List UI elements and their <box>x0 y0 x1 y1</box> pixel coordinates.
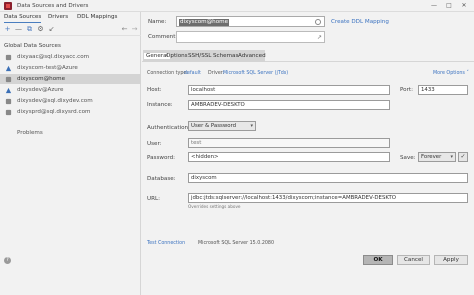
data-source-label: dixyscom@home <box>17 76 66 82</box>
host-label: Host: <box>147 87 162 93</box>
authentication-label: Authentication: <box>147 125 190 131</box>
expand-icon[interactable]: ↗ <box>317 34 322 41</box>
driver-label: Driver: <box>208 71 225 76</box>
host-input[interactable]: localhost <box>188 85 390 95</box>
app-logo-icon <box>4 2 12 10</box>
forward-icon[interactable]: → <box>131 26 138 33</box>
close-window-button[interactable]: ✕ <box>458 1 470 11</box>
tab-drivers[interactable]: Drivers <box>48 12 68 23</box>
instance-input[interactable]: AMBRADEV-DESKTO <box>188 100 390 110</box>
import-icon[interactable]: ↙ <box>48 26 55 33</box>
cancel-button[interactable]: Cancel <box>397 255 430 265</box>
tab-advanced[interactable]: Advanced <box>238 53 266 59</box>
comment-input[interactable]: ↗ <box>176 31 325 43</box>
help-button[interactable]: ? <box>4 257 11 264</box>
save-options-button[interactable]: ✓ <box>458 152 468 162</box>
data-source-label: dixyscom-test@Azure <box>17 65 78 71</box>
port-label: Port: <box>400 87 413 93</box>
test-connection-link[interactable]: Test Connection <box>147 241 185 246</box>
ok-button[interactable]: OK <box>363 255 393 265</box>
name-value: dixyscom@home <box>179 18 230 26</box>
save-dropdown[interactable]: Forever ▾ <box>418 152 456 162</box>
password-label: Password: <box>147 155 176 161</box>
back-icon[interactable]: ← <box>121 26 128 33</box>
window-title: Data Sources and Drivers <box>17 3 89 9</box>
create-ddl-mapping-link[interactable]: Create DDL Mapping <box>331 19 389 25</box>
sql-server-icon <box>5 109 12 115</box>
chevron-down-icon: ▾ <box>450 154 453 160</box>
database-input[interactable]: dixyscom <box>188 173 468 183</box>
sql-server-icon <box>5 76 12 82</box>
driver-link[interactable]: Microsoft SQL Server (jTds) <box>223 71 288 76</box>
section-title: Global Data Sources <box>4 43 61 49</box>
problems-link[interactable]: Problems <box>17 130 43 136</box>
tab-data-sources[interactable]: Data Sources <box>4 12 42 23</box>
data-source-label: dixyaac@sql.dixyacc.com <box>17 54 90 60</box>
data-source-label: dixysdev@sql.dixydev.com <box>17 98 93 104</box>
color-circle-icon[interactable] <box>315 19 321 25</box>
url-label: URL: <box>147 196 160 202</box>
password-input[interactable]: <hidden> <box>188 152 390 162</box>
user-input[interactable]: test <box>188 138 390 148</box>
tab-ssh-ssl[interactable]: SSH/SSL <box>188 53 211 59</box>
settings-icon[interactable]: ⚙ <box>37 26 44 33</box>
apply-button[interactable]: Apply <box>434 255 468 265</box>
more-options-label: More Options <box>433 71 465 76</box>
database-label: Database: <box>147 176 176 182</box>
azure-icon <box>5 87 12 93</box>
chevron-down-icon: ▾ <box>250 123 253 129</box>
authentication-dropdown[interactable]: User & Password ▾ <box>188 121 256 131</box>
port-input[interactable]: 1433 <box>418 85 468 95</box>
remove-icon[interactable]: — <box>15 26 22 33</box>
sql-server-icon <box>5 98 12 104</box>
name-input[interactable]: dixyscom@home <box>176 16 325 27</box>
name-label: Name: <box>148 19 167 25</box>
server-version: Microsoft SQL Server 15.0.2080 <box>198 241 275 246</box>
save-value: Forever <box>421 154 442 160</box>
comment-label: Comment: <box>148 34 178 40</box>
tab-options[interactable]: Options <box>166 53 188 59</box>
maximize-button[interactable]: □ <box>443 1 455 11</box>
data-source-label: dixysdev@Azure <box>17 87 64 93</box>
authentication-value: User & Password <box>191 123 237 129</box>
url-input[interactable]: jdbc:jtds:sqlserver://localhost:1433/dix… <box>188 193 468 203</box>
sql-server-icon <box>5 54 12 60</box>
url-hint: Overrides settings above <box>188 204 241 209</box>
minimize-button[interactable]: — <box>428 1 440 11</box>
duplicate-icon[interactable]: ⧉ <box>26 26 33 33</box>
azure-icon <box>5 65 12 71</box>
data-source-label: dixysprd@sql.dixysrd.com <box>17 109 91 115</box>
chevron-down-icon: ˅ <box>466 71 469 76</box>
more-options-link[interactable]: More Options ˅ <box>433 71 469 76</box>
tab-schemas[interactable]: Schemas <box>213 53 238 59</box>
save-label: Save: <box>400 155 416 161</box>
connection-type-label: Connection type: <box>147 71 188 76</box>
connection-type-link[interactable]: default <box>184 71 201 76</box>
checkmark-icon: ✓ <box>460 153 466 160</box>
user-label: User: <box>147 141 162 147</box>
add-icon[interactable]: + <box>4 26 11 33</box>
tab-ddl-mappings[interactable]: DDL Mappings <box>77 12 117 23</box>
instance-label: Instance: <box>147 102 173 108</box>
